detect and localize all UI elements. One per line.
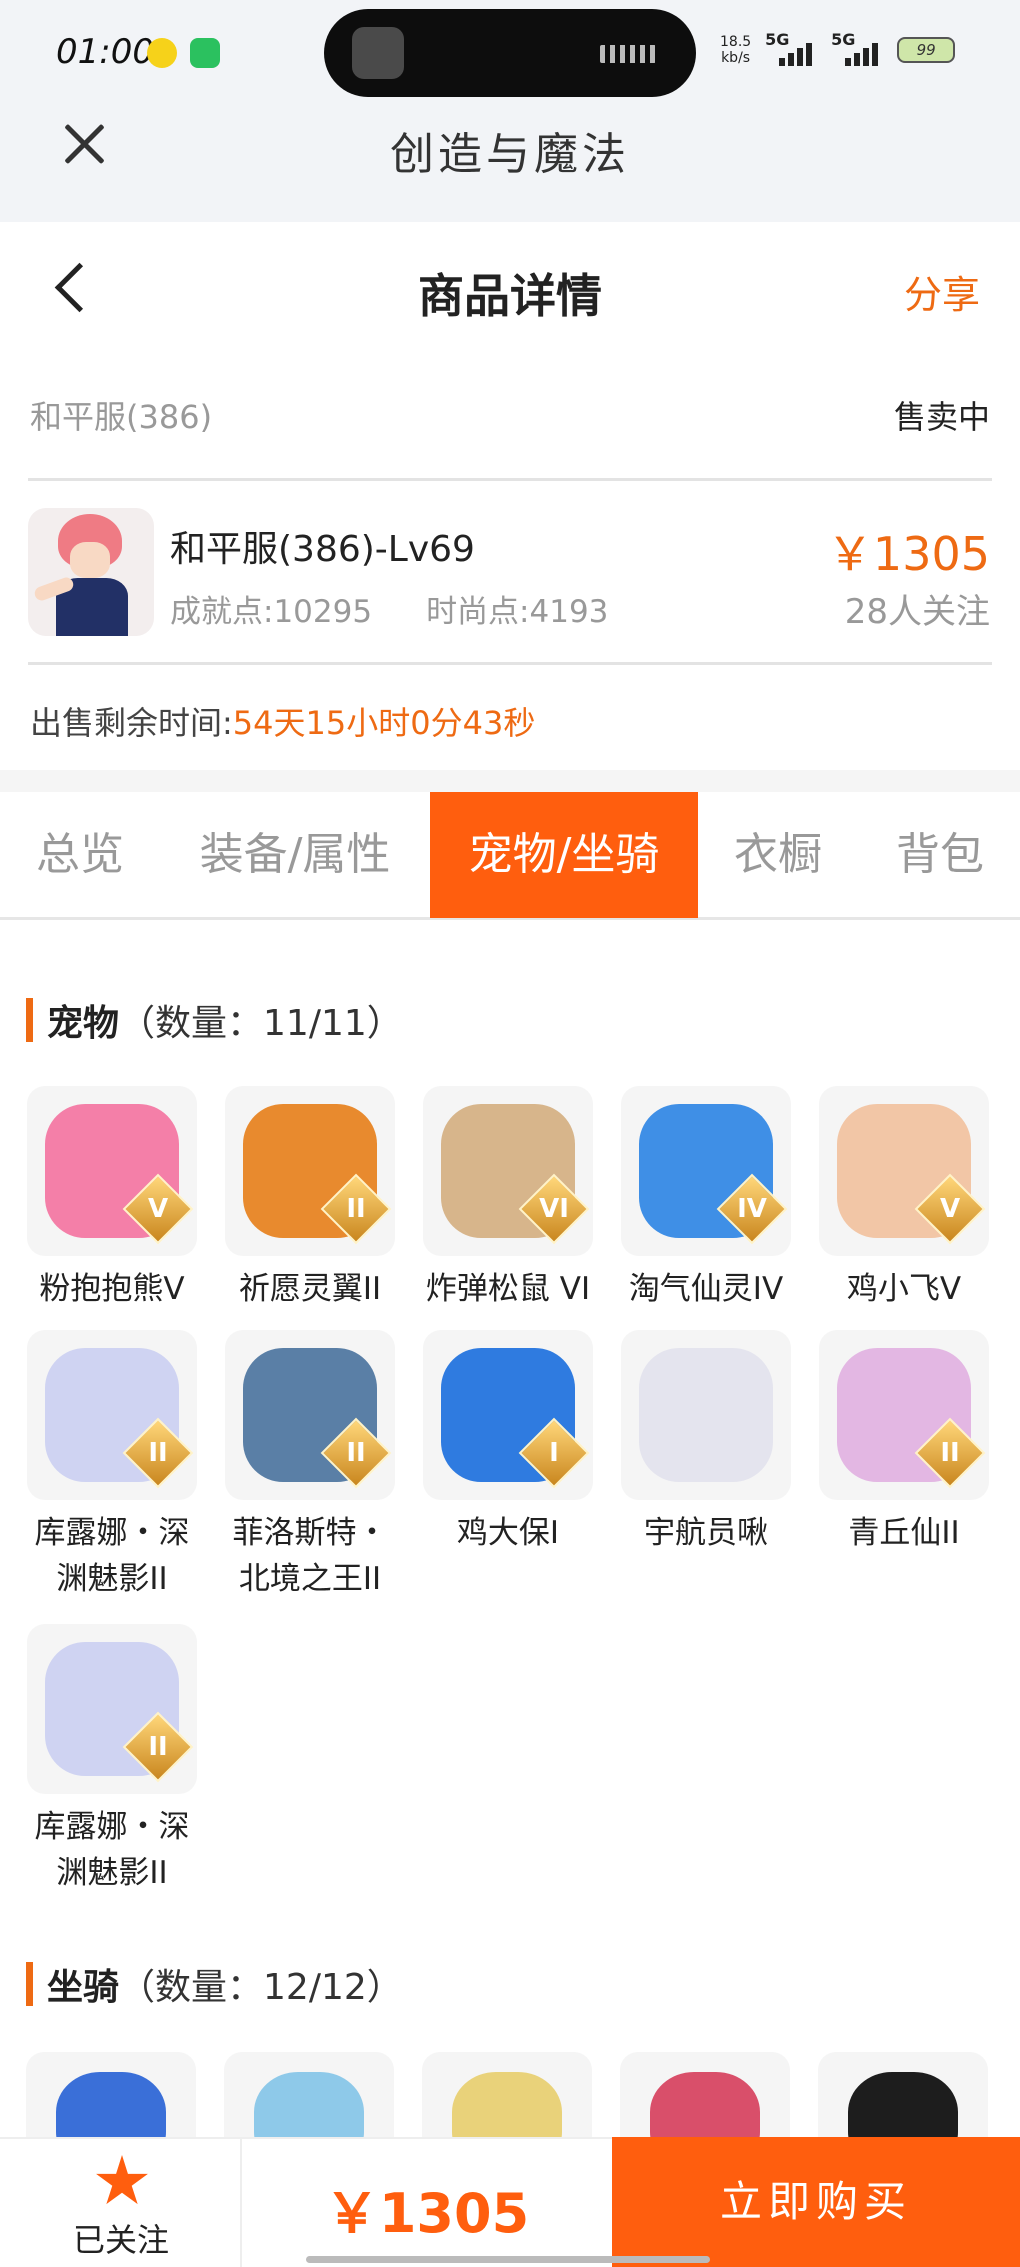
- divider: [28, 478, 992, 481]
- tab-equipment[interactable]: 装备/属性: [170, 792, 420, 918]
- pets-section-header: 宠物 （数量：11/11）: [26, 998, 403, 1044]
- net-speed: 18.5 kb/s: [720, 34, 752, 66]
- pet-name: 青丘仙II: [848, 1515, 960, 1551]
- pet-name: 库露娜・深渊魅影II: [34, 1809, 190, 1891]
- tab-bar: 总览 装备/属性 宠物/坐骑 衣橱 背包: [0, 792, 1020, 920]
- status-time: 01:00: [56, 32, 154, 72]
- signal-icon-2: 5G: [831, 30, 883, 68]
- achievement-points: 成就点:10295: [170, 594, 373, 630]
- dynamic-island: [324, 9, 696, 97]
- pet-name: 鸡小飞V: [846, 1271, 962, 1307]
- pet-name: 宇航员啾: [644, 1515, 768, 1551]
- buy-now-button[interactable]: 立即购买: [612, 2137, 1020, 2267]
- pet-card[interactable]: II 库露娜・深渊魅影II: [26, 1330, 198, 1602]
- section-gap: [0, 770, 1020, 792]
- mount-art: [254, 2072, 364, 2137]
- pet-name: 鸡大保I: [456, 1515, 560, 1551]
- tab-pets-mounts[interactable]: 宠物/坐骑: [430, 792, 698, 918]
- pet-card[interactable]: II 菲洛斯特・北境之王II: [224, 1330, 396, 1602]
- tab-wardrobe[interactable]: 衣橱: [708, 792, 848, 918]
- signal-icon: 5G: [765, 30, 817, 68]
- pet-card[interactable]: IV 淘气仙灵IV: [620, 1086, 792, 1312]
- media-thumbnail-icon: [352, 27, 404, 79]
- app-title: 创造与魔法: [390, 129, 630, 180]
- bottom-bar: 已关注 ￥1305 立即购买: [0, 2137, 1020, 2267]
- pet-image: VI: [423, 1086, 593, 1256]
- divider: [28, 662, 992, 665]
- pet-card[interactable]: 宇航员啾: [620, 1330, 792, 1556]
- mount-art: [650, 2072, 760, 2137]
- pet-card[interactable]: I 鸡大保I: [422, 1330, 594, 1556]
- avatar: [28, 508, 154, 636]
- mount-art: [56, 2072, 166, 2137]
- wechat-icon: [190, 38, 220, 68]
- pet-name: 祈愿灵翼II: [238, 1271, 382, 1307]
- star-icon: [96, 2155, 148, 2205]
- tab-overview[interactable]: 总览: [0, 792, 160, 918]
- audio-wave-icon: [600, 45, 656, 63]
- server-label: 和平服(386): [30, 398, 213, 436]
- mount-art: [848, 2072, 958, 2137]
- pet-card[interactable]: II 祈愿灵翼II: [224, 1086, 396, 1312]
- pet-image: II: [819, 1330, 989, 1500]
- pet-image: II: [27, 1330, 197, 1500]
- home-indicator: [306, 2256, 710, 2263]
- mount-card[interactable]: [26, 2052, 196, 2137]
- pet-card[interactable]: V 粉抱抱熊Ⅴ: [26, 1086, 198, 1312]
- notification-app-icon: [147, 38, 177, 68]
- pet-image: [621, 1330, 791, 1500]
- pet-image: IV: [621, 1086, 791, 1256]
- share-button[interactable]: 分享: [904, 264, 980, 319]
- status-indicators: 18.5 kb/s 5G 5G 99: [720, 30, 956, 70]
- pet-card[interactable]: V 鸡小飞V: [818, 1086, 990, 1312]
- pet-image: II: [27, 1624, 197, 1794]
- fashion-points: 时尚点:4193: [426, 594, 609, 630]
- pet-name: 淘气仙灵IV: [628, 1271, 784, 1307]
- pet-card[interactable]: II 青丘仙II: [818, 1330, 990, 1556]
- pet-image: I: [423, 1330, 593, 1500]
- battery-icon: 99: [897, 37, 956, 63]
- mount-card[interactable]: [818, 2052, 988, 2137]
- mount-card[interactable]: [620, 2052, 790, 2137]
- pet-name: 库露娜・深渊魅影II: [34, 1515, 190, 1597]
- status-area: 01:00 18.5 kb/s 5G 5G 99 创造与魔法: [0, 0, 1020, 222]
- product-name: 和平服(386)-Lv69: [170, 529, 475, 570]
- pet-image: V: [819, 1086, 989, 1256]
- pet-image: V: [27, 1086, 197, 1256]
- pet-image: II: [225, 1330, 395, 1500]
- mounts-section-header: 坐骑 （数量：12/12）: [26, 1962, 403, 2008]
- pet-name: 菲洛斯特・北境之王II: [232, 1515, 388, 1597]
- page-header: 商品详情 分享: [0, 222, 1020, 352]
- pet-card[interactable]: VI 炸弹松鼠 VI: [422, 1086, 594, 1312]
- pet-art: [639, 1348, 773, 1482]
- sale-remaining-time: 出售剩余时间:54天15小时0分43秒: [30, 704, 536, 742]
- tab-backpack[interactable]: 背包: [870, 792, 1010, 918]
- status-badge: 售卖中: [893, 398, 990, 436]
- follow-button[interactable]: 已关注: [0, 2139, 242, 2267]
- mount-card[interactable]: [224, 2052, 394, 2137]
- bottom-price: ￥1305: [324, 2182, 530, 2245]
- mount-art: [452, 2072, 562, 2137]
- product-stats: 成就点:10295 时尚点:4193: [170, 586, 608, 631]
- pet-image: II: [225, 1086, 395, 1256]
- product-price: ￥1305: [826, 527, 990, 581]
- pet-name: 粉抱抱熊Ⅴ: [39, 1271, 185, 1307]
- pet-card[interactable]: II 库露娜・深渊魅影II: [26, 1624, 198, 1896]
- mount-card[interactable]: [422, 2052, 592, 2137]
- pet-name: 炸弹松鼠 VI: [425, 1271, 591, 1307]
- follower-count: 28人关注: [844, 592, 990, 632]
- page-title: 商品详情: [418, 269, 602, 323]
